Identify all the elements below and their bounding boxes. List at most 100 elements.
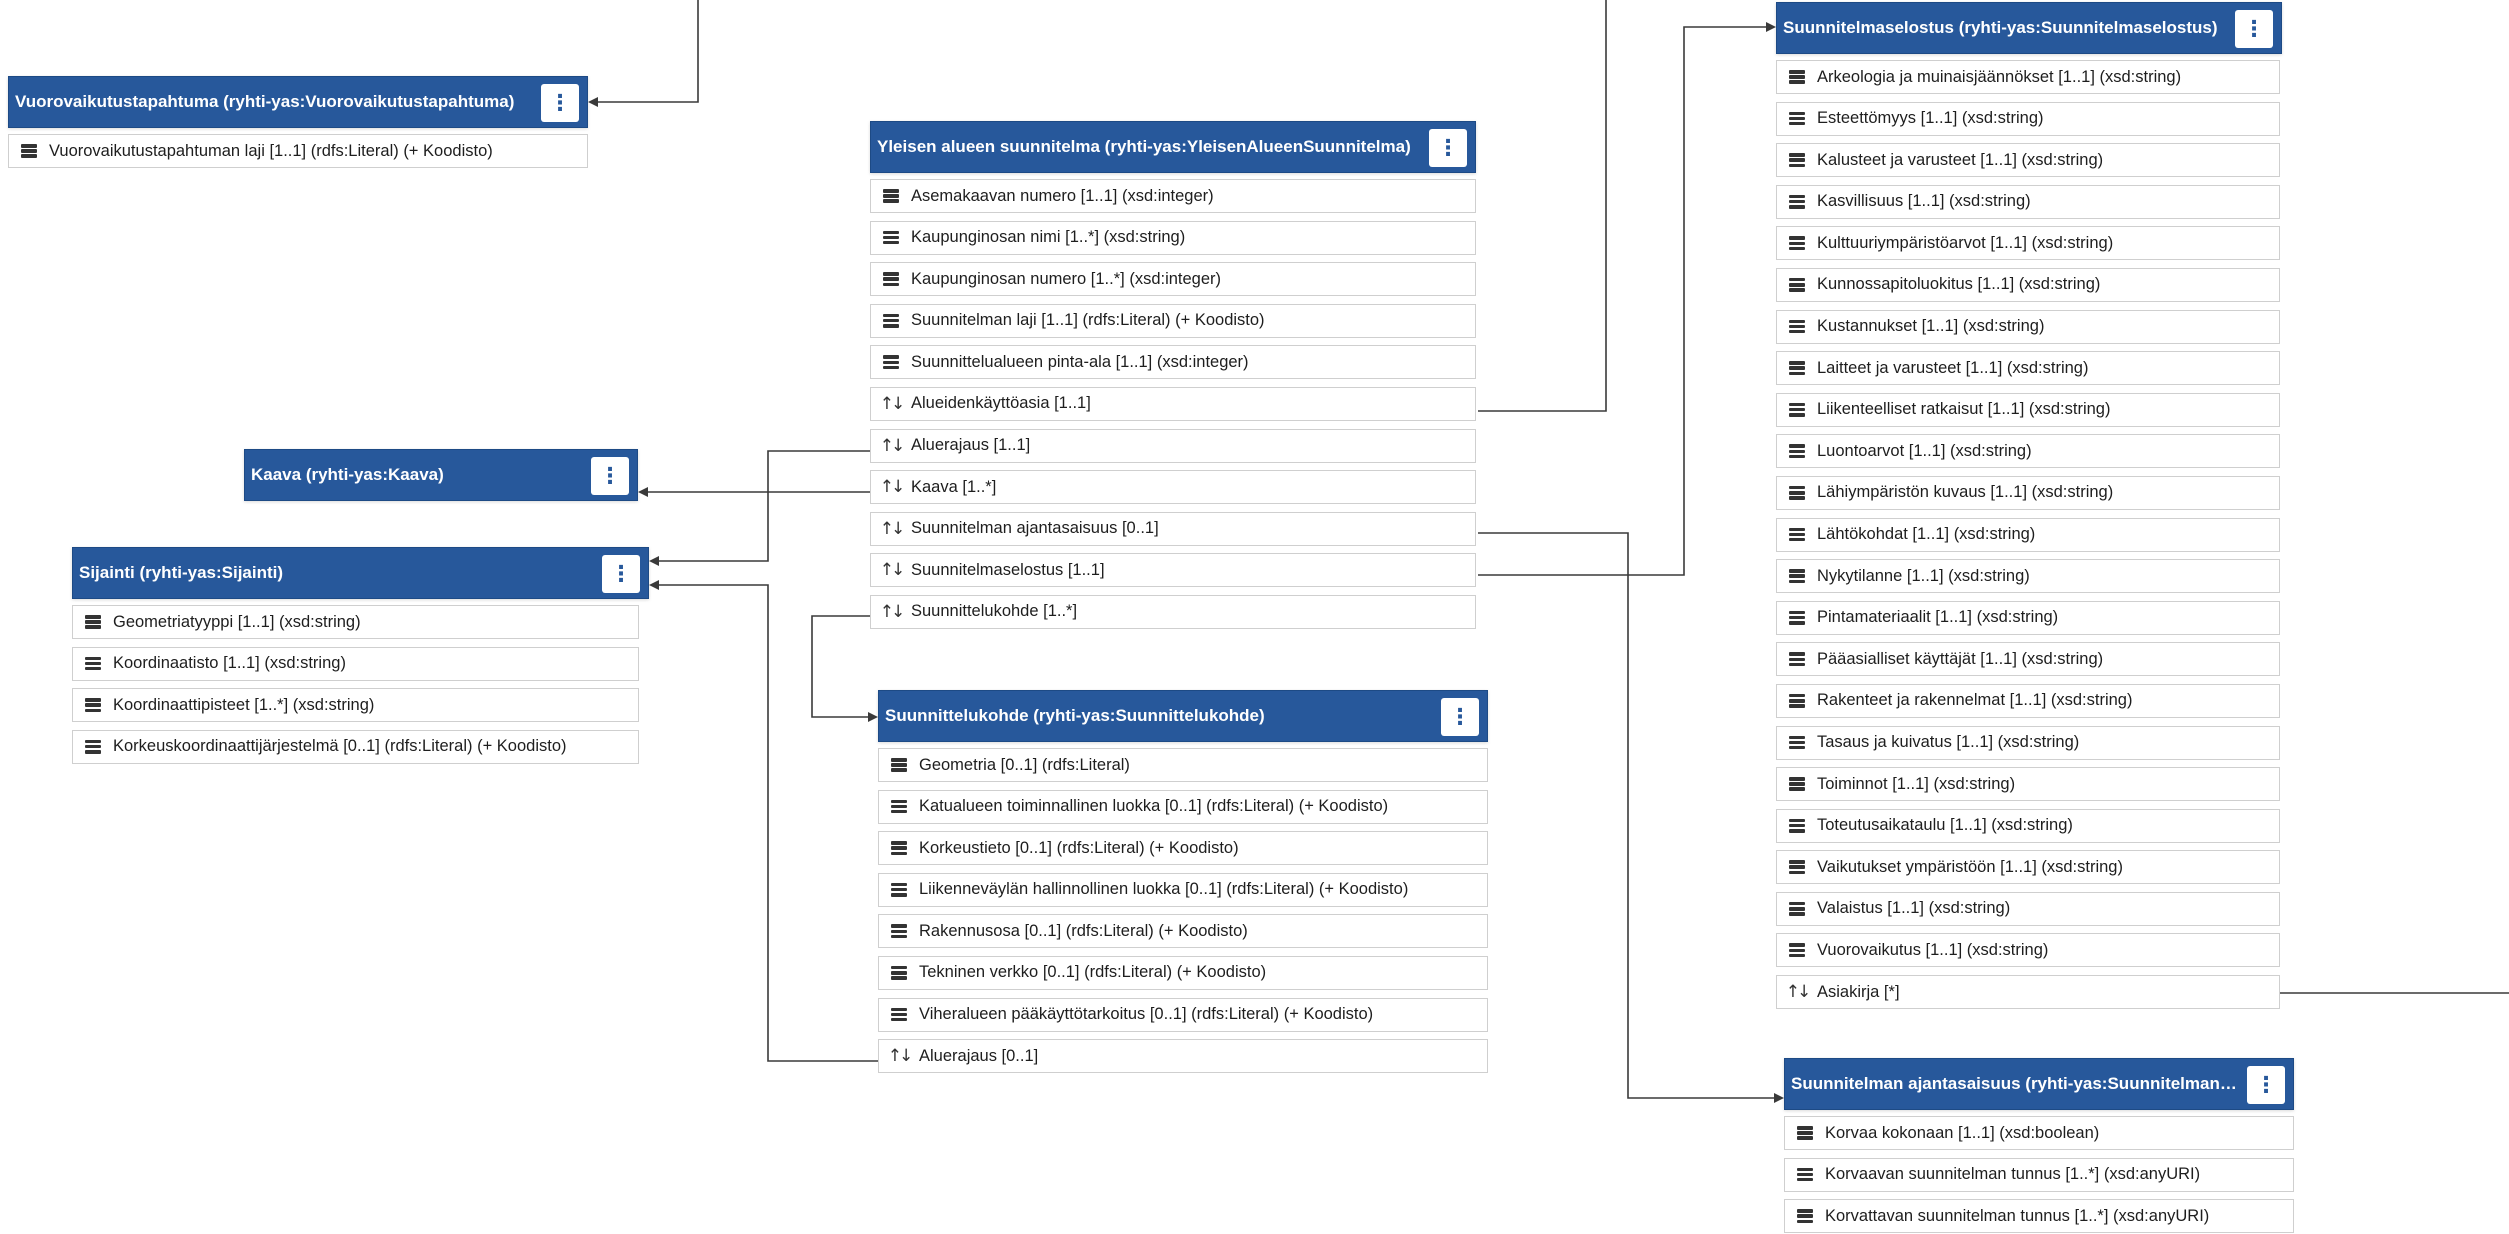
attribute-icon [1787, 277, 1807, 292]
attribute-row[interactable]: Toteutusaikataulu [1..1] (xsd:string) [1776, 808, 2280, 843]
attribute-row[interactable]: Kulttuuriympäristöarvot [1..1] (xsd:stri… [1776, 226, 2280, 261]
attribute-icon [1787, 70, 1807, 84]
attribute-icon [1787, 236, 1807, 251]
association-icon: ↑↓ [879, 477, 905, 498]
row-label: Pintamateriaalit [1..1] (xsd:string) [1817, 608, 2059, 627]
attribute-row[interactable]: Korvaa kokonaan [1..1] (xsd:boolean) [1784, 1116, 2294, 1150]
class-header[interactable]: Vuorovaikutustapahtuma (ryhti-yas:Vuorov… [8, 76, 588, 128]
association-row[interactable]: ↑↓ Aluerajaus [1..1] [870, 428, 1476, 463]
row-label: Kunnossapitoluokitus [1..1] (xsd:string) [1817, 275, 2101, 294]
attribute-row[interactable]: Koordinaattipisteet [1..*] (xsd:string) [72, 688, 639, 723]
attribute-row[interactable]: Rakennusosa [0..1] (rdfs:Literal) (+ Koo… [878, 914, 1488, 949]
more-vertical-icon[interactable]: ⋮ [602, 555, 640, 593]
association-icon: ↑↓ [879, 518, 905, 539]
row-label: Rakenteet ja rakennelmat [1..1] (xsd:str… [1817, 691, 2133, 710]
attribute-icon [1787, 402, 1807, 417]
attribute-row[interactable]: Katualueen toiminnallinen luokka [0..1] … [878, 789, 1488, 824]
row-label: Aluerajaus [0..1] [919, 1046, 1039, 1065]
association-row[interactable]: ↑↓ Alueidenkäyttöasia [1..1] [870, 386, 1476, 421]
more-vertical-icon[interactable]: ⋮ [1441, 698, 1479, 736]
class-attribute-list: Asemakaavan numero [1..1] (xsd:integer) K… [870, 179, 1476, 629]
attribute-row[interactable]: Korkeustieto [0..1] (rdfs:Literal) (+ Ko… [878, 831, 1488, 866]
attribute-row[interactable]: Korvaavan suunnitelman tunnus [1..*] (xs… [1784, 1157, 2294, 1192]
attribute-row[interactable]: Pääasialliset käyttäjät [1..1] (xsd:stri… [1776, 642, 2280, 677]
attribute-row[interactable]: Tekninen verkko [0..1] (rdfs:Literal) (+… [878, 955, 1488, 990]
attribute-row[interactable]: Kunnossapitoluokitus [1..1] (xsd:string) [1776, 267, 2280, 302]
class-title: Vuorovaikutustapahtuma (ryhti-yas:Vuorov… [15, 92, 515, 111]
more-vertical-icon[interactable]: ⋮ [2235, 10, 2273, 48]
attribute-row[interactable]: Liikenneväylän hallinnollinen luokka [0.… [878, 872, 1488, 907]
attribute-row[interactable]: Rakenteet ja rakennelmat [1..1] (xsd:str… [1776, 683, 2280, 718]
attribute-row[interactable]: Liikenteelliset ratkaisut [1..1] (xsd:st… [1776, 392, 2280, 427]
attribute-row[interactable]: Korvattavan suunnitelman tunnus [1..*] (… [1784, 1199, 2294, 1234]
attribute-row[interactable]: Tasaus ja kuivatus [1..1] (xsd:string) [1776, 725, 2280, 760]
more-vertical-icon[interactable]: ⋮ [2247, 1066, 2285, 1104]
attribute-icon [1787, 194, 1807, 209]
connector-to-ajantasaisuus [1478, 532, 1784, 1103]
class-header[interactable]: Suunnitelman ajantasaisuus (ryhti-yas:Su… [1784, 1058, 2294, 1110]
row-label: Toteutusaikataulu [1..1] (xsd:string) [1817, 816, 2073, 835]
attribute-row[interactable]: Lähtökohdat [1..1] (xsd:string) [1776, 517, 2280, 552]
row-label: Viheralueen pääkäyttötarkoitus [0..1] (r… [919, 1005, 1374, 1024]
attribute-row[interactable]: Esteettömyys [1..1] (xsd:string) [1776, 101, 2280, 136]
association-row[interactable]: ↑↓ Suunnitelmaselostus [1..1] [870, 553, 1476, 588]
attribute-row[interactable]: Vaikutukset ympäristöön [1..1] (xsd:stri… [1776, 850, 2280, 885]
attribute-row[interactable]: Viheralueen pääkäyttötarkoitus [0..1] (r… [878, 997, 1488, 1032]
association-row[interactable]: ↑↓ Aluerajaus [0..1] [878, 1039, 1488, 1074]
class-attribute-list: Vuorovaikutustapahtuman laji [1..1] (rdf… [8, 134, 588, 168]
attribute-icon [1787, 860, 1807, 875]
row-label: Kaava [1..*] [911, 477, 997, 496]
class-title: Suunnitelman ajantasaisuus (ryhti-yas:Su… [1791, 1074, 2293, 1093]
attribute-row[interactable]: Suunnitelman laji [1..1] (rdfs:Literal) … [870, 303, 1476, 338]
connector-to-suunnittelukohde [811, 615, 878, 722]
class-title: Yleisen alueen suunnitelma (ryhti-yas:Yl… [877, 137, 1411, 156]
association-icon: ↑↓ [879, 601, 905, 622]
attribute-row[interactable]: Kalusteet ja varusteet [1..1] (xsd:strin… [1776, 143, 2280, 178]
row-label: Korvattavan suunnitelman tunnus [1..*] (… [1825, 1206, 2210, 1225]
connector-aluerajaus-to-sijainti [649, 450, 875, 566]
class-selostus: Suunnitelmaselostus (ryhti-yas:Suunnitel… [1776, 2, 2282, 1017]
attribute-row[interactable]: Luontoarvot [1..1] (xsd:string) [1776, 434, 2280, 469]
attribute-row[interactable]: Laitteet ja varusteet [1..1] (xsd:string… [1776, 351, 2280, 386]
attribute-row[interactable]: Arkeologia ja muinaisjäännökset [1..1] (… [1776, 60, 2280, 94]
attribute-row[interactable]: Lähiympäristön kuvaus [1..1] (xsd:string… [1776, 475, 2280, 510]
row-label: Pääasialliset käyttäjät [1..1] (xsd:stri… [1817, 649, 2104, 668]
attribute-row[interactable]: Kaupunginosan nimi [1..*] (xsd:string) [870, 220, 1476, 255]
attribute-row[interactable]: Nykytilanne [1..1] (xsd:string) [1776, 559, 2280, 594]
class-header[interactable]: Suunnittelukohde (ryhti-yas:Suunnitteluk… [878, 690, 1488, 742]
attribute-row[interactable]: Geometriatyyppi [1..1] (xsd:string) [72, 605, 639, 639]
attribute-icon [889, 1007, 909, 1022]
attribute-row[interactable]: Vuorovaikutus [1..1] (xsd:string) [1776, 933, 2280, 968]
class-header[interactable]: Sijainti (ryhti-yas:Sijainti) ⋮ [72, 547, 649, 599]
association-row[interactable]: ↑↓ Suunnitelman ajantasaisuus [0..1] [870, 511, 1476, 546]
association-row[interactable]: ↑↓ Suunnittelukohde [1..*] [870, 594, 1476, 629]
row-label: Vuorovaikutus [1..1] (xsd:string) [1817, 940, 2049, 959]
class-attribute-list: Geometriatyyppi [1..1] (xsd:string) Koord… [72, 605, 649, 764]
association-row[interactable]: ↑↓ Kaava [1..*] [870, 470, 1476, 505]
attribute-row[interactable]: Geometria [0..1] (rdfs:Literal) [878, 748, 1488, 782]
attribute-row[interactable]: Asemakaavan numero [1..1] (xsd:integer) [870, 179, 1476, 213]
attribute-row[interactable]: Toiminnot [1..1] (xsd:string) [1776, 767, 2280, 802]
attribute-icon [1787, 610, 1807, 625]
attribute-row[interactable]: Koordinaatisto [1..1] (xsd:string) [72, 646, 639, 681]
class-header[interactable]: Yleisen alueen suunnitelma (ryhti-yas:Yl… [870, 121, 1476, 173]
association-row[interactable]: ↑↓ Asiakirja [*] [1776, 975, 2280, 1010]
attribute-row[interactable]: Korkeuskoordinaattijärjestelmä [0..1] (r… [72, 729, 639, 764]
more-vertical-icon[interactable]: ⋮ [541, 84, 579, 122]
attribute-row[interactable]: Kasvillisuus [1..1] (xsd:string) [1776, 184, 2280, 219]
more-vertical-icon[interactable]: ⋮ [591, 457, 629, 495]
association-icon: ↑↓ [1785, 982, 1811, 1003]
row-label: Vuorovaikutustapahtuman laji [1..1] (rdf… [49, 141, 493, 160]
attribute-row[interactable]: Kaupunginosan numero [1..*] (xsd:integer… [870, 262, 1476, 297]
attribute-row[interactable]: Pintamateriaalit [1..1] (xsd:string) [1776, 600, 2280, 635]
class-header[interactable]: Kaava (ryhti-yas:Kaava) ⋮ [244, 449, 638, 501]
attribute-row[interactable]: Suunnittelualueen pinta-ala [1..1] (xsd:… [870, 345, 1476, 380]
attribute-icon [83, 656, 103, 671]
attribute-row[interactable]: Valaistus [1..1] (xsd:string) [1776, 891, 2280, 926]
class-yleinen: Yleisen alueen suunnitelma (ryhti-yas:Yl… [870, 121, 1476, 637]
attribute-row[interactable]: Vuorovaikutustapahtuman laji [1..1] (rdf… [8, 134, 588, 168]
attribute-row[interactable]: Kustannukset [1..1] (xsd:string) [1776, 309, 2280, 344]
attribute-icon [19, 144, 39, 158]
class-header[interactable]: Suunnitelmaselostus (ryhti-yas:Suunnitel… [1776, 2, 2282, 54]
more-vertical-icon[interactable]: ⋮ [1429, 129, 1467, 167]
